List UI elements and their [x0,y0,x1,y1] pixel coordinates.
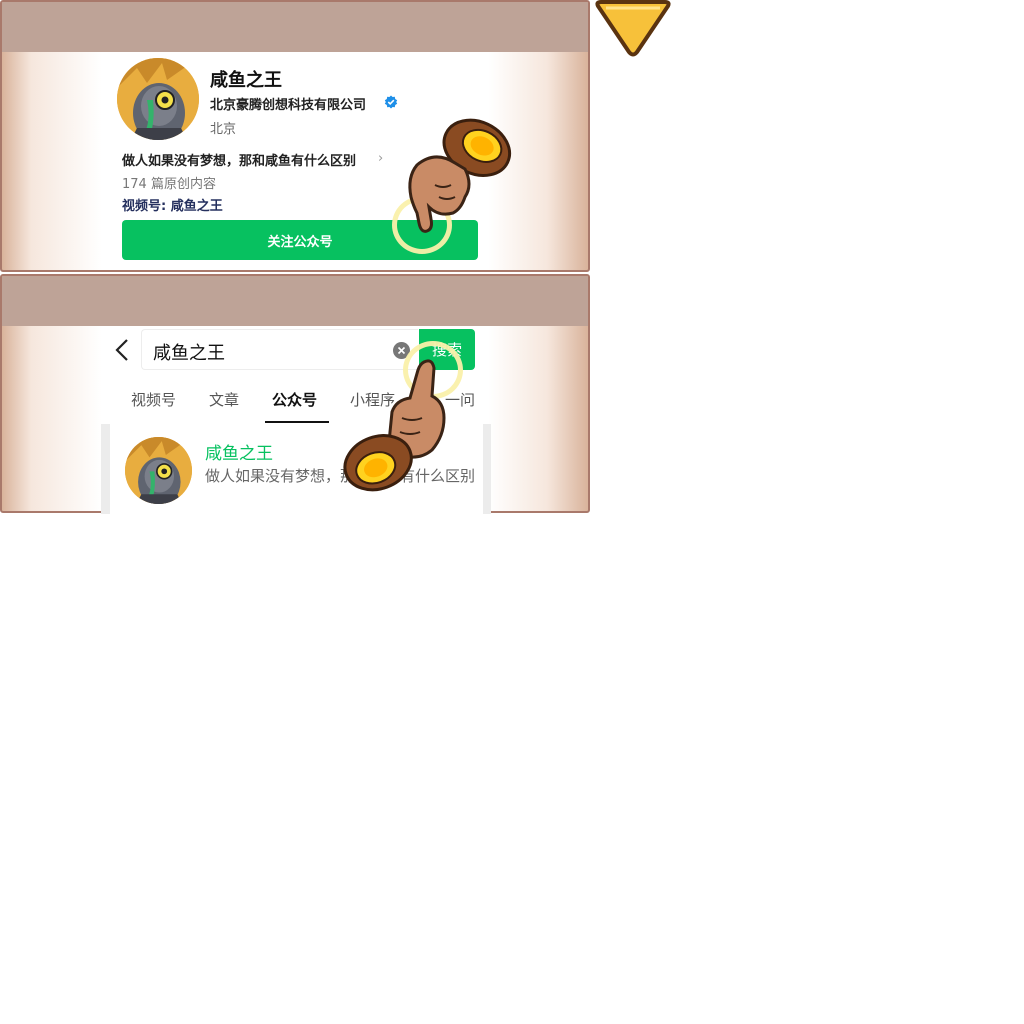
pointing-hand-icon [343,359,446,492]
pointing-hand-icon [408,118,512,233]
active-tab-indicator [265,421,329,423]
result-title[interactable]: 咸鱼之王 [205,439,273,464]
search-query[interactable]: 咸鱼之王 [153,339,225,365]
account-intro[interactable]: 做人如果没有梦想，那和咸鱼有什么区别 [122,150,356,169]
tab-articles[interactable]: 文章 [209,389,239,410]
panel-header [2,276,588,326]
chevron-left-icon[interactable] [112,337,132,363]
company-name: 北京豪腾创想科技有限公司 [210,98,367,113]
result-avatar[interactable] [125,437,192,504]
chevron-right-icon[interactable]: › [378,151,383,166]
avatar-image [117,58,199,140]
tab-video[interactable]: 视频号 [131,389,176,410]
article-count: 174 篇原创内容 [122,177,216,192]
panel-header [2,2,588,52]
video-channel-link[interactable]: 视频号: 咸鱼之王 [122,195,223,214]
profile-avatar[interactable] [117,58,199,140]
avatar-image [125,437,192,504]
account-city: 北京 [210,122,237,137]
down-arrow-icon [595,0,671,57]
tab-official-accounts[interactable]: 公众号 [272,389,317,410]
account-name: 咸鱼之王 [210,70,282,91]
